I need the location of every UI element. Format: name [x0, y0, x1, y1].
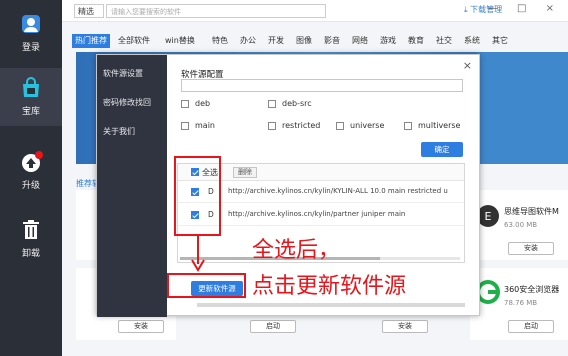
annotation-line-1: 全选后，	[252, 238, 341, 263]
tab-network[interactable]: 网络	[352, 34, 368, 48]
top-bar: 精选 请输入您要搜索的软件 ⤓ 下载管理 — □ ×	[62, 0, 568, 22]
left-rail: 登录 宝库 升级 卸载	[0, 0, 62, 356]
store-icon	[23, 77, 39, 97]
trash-icon	[23, 220, 39, 239]
option-restricted-checkbox[interactable]	[268, 122, 276, 130]
tab-education[interactable]: 教育	[408, 34, 424, 48]
option-label: deb	[195, 99, 211, 108]
option-label: restricted	[282, 121, 321, 130]
source-url-input[interactable]	[181, 79, 463, 92]
tab-system[interactable]: 系统	[464, 34, 480, 48]
tab-social[interactable]: 社交	[436, 34, 452, 48]
option-label: main	[195, 121, 215, 130]
delete-button[interactable]: 删除	[233, 167, 257, 178]
tab-win[interactable]: win替换	[165, 34, 195, 48]
option-multiverse-checkbox[interactable]	[404, 122, 412, 130]
option-universe-checkbox[interactable]	[336, 122, 344, 130]
app-card-mindmap[interactable]: E 思维导图软件M 63.00 MB 安装	[470, 190, 568, 260]
rail-item-login[interactable]: 登录	[0, 4, 62, 62]
user-icon	[22, 15, 40, 33]
tab-hot[interactable]: 热门推荐	[72, 34, 110, 48]
category-select[interactable]: 精选	[74, 4, 104, 18]
rail-label-upgrade: 升级	[21, 181, 40, 191]
launch-button[interactable]: 启动	[508, 320, 554, 333]
tab-other[interactable]: 其它	[492, 34, 508, 48]
sidebar-item-about[interactable]: 关于我们	[103, 126, 135, 137]
category-tabs: 热门推荐 全部软件 win替换 特色 办公 开发 图像 影音 网络 游戏 教育 …	[62, 34, 568, 50]
row-url: http://archive.kylinos.cn/kylin/partner …	[228, 210, 406, 218]
option-main-checkbox[interactable]	[181, 122, 189, 130]
upgrade-icon	[22, 151, 43, 172]
option-label: universe	[350, 121, 385, 130]
rail-label-login: 登录	[21, 43, 40, 53]
progress-track	[197, 303, 465, 307]
rail-label-uninstall: 卸载	[21, 249, 40, 259]
row-url: http://archive.kylinos.cn/kylin/KYLIN-AL…	[228, 187, 448, 195]
svg-text:E: E	[485, 210, 492, 223]
app-title: 思维导图软件M	[504, 207, 559, 216]
highlight-update-button	[167, 273, 246, 298]
tab-image[interactable]: 图像	[296, 34, 312, 48]
tab-game[interactable]: 游戏	[380, 34, 396, 48]
search-input[interactable]: 请输入您要搜索的软件	[106, 4, 326, 18]
rail-item-upgrade[interactable]: 升级	[0, 142, 62, 200]
option-label: multiverse	[418, 121, 461, 130]
tab-dev[interactable]: 开发	[268, 34, 284, 48]
install-button[interactable]: 安装	[118, 320, 164, 333]
confirm-button[interactable]: 确定	[421, 142, 463, 157]
tab-featured[interactable]: 特色	[212, 34, 228, 48]
sidebar-item-password[interactable]: 密码修改找回	[103, 97, 151, 108]
option-deb-checkbox[interactable]	[181, 100, 189, 108]
app-card-360[interactable]: 360安全浏览器 78.76 MB 启动	[470, 268, 568, 340]
tab-office[interactable]: 办公	[240, 34, 256, 48]
option-debsrc-checkbox[interactable]	[268, 100, 276, 108]
install-button[interactable]: 安装	[508, 242, 554, 255]
rail-item-uninstall[interactable]: 卸载	[0, 210, 62, 268]
settings-sidebar: 软件源设置 密码修改找回 关于我们	[97, 55, 167, 317]
sidebar-item-source[interactable]: 软件源设置	[103, 68, 143, 79]
rail-item-store[interactable]: 宝库	[0, 68, 62, 126]
annotation-line-2: 点击更新软件源	[252, 274, 407, 299]
app-title: 360安全浏览器	[504, 285, 560, 294]
tab-media[interactable]: 影音	[324, 34, 340, 48]
arrow-down-icon	[191, 236, 205, 272]
rail-label-store: 宝库	[21, 107, 40, 117]
app-size: 63.00 MB	[504, 221, 538, 229]
highlight-select-all	[174, 156, 221, 236]
launch-button[interactable]: 启动	[250, 320, 296, 333]
close-icon[interactable]: ×	[463, 59, 472, 72]
tab-all[interactable]: 全部软件	[118, 34, 150, 48]
app-size: 78.76 MB	[504, 299, 538, 307]
option-label: deb-src	[282, 99, 312, 108]
window-controls[interactable]: — □ ×	[488, 3, 562, 14]
banner-side	[476, 52, 568, 164]
install-button[interactable]: 安装	[382, 320, 428, 333]
